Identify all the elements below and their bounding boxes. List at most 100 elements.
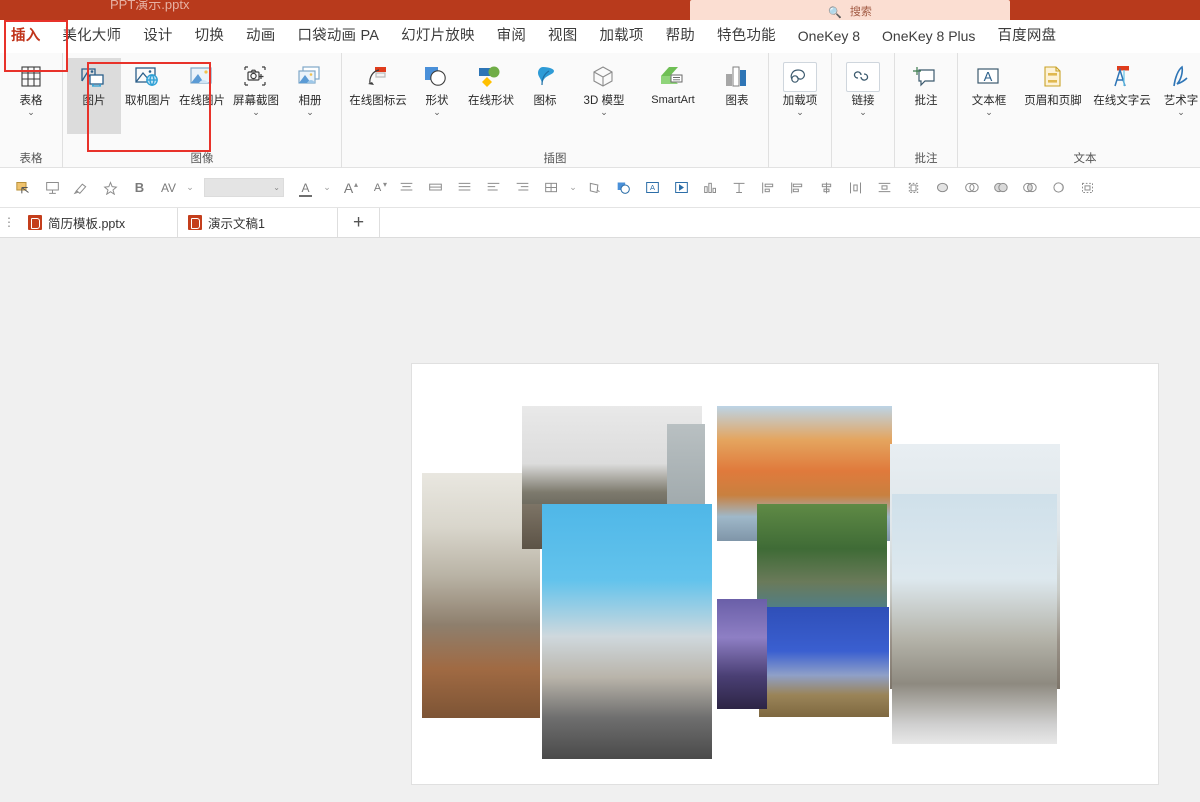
align-object-left-icon[interactable]: [755, 175, 782, 201]
powerpoint-window: PPT演示.pptx 🔍 搜索 插入美化大师设计切换动画口袋动画 PA幻灯片放映…: [0, 0, 1200, 802]
chevron-down-icon[interactable]: ⌄: [600, 108, 608, 117]
ribbon-button-SmartArt[interactable]: SmartArt: [636, 58, 710, 134]
ribbon-button-在线形状[interactable]: 在线形状: [464, 58, 518, 134]
text-in-box-icon[interactable]: A: [639, 175, 666, 201]
ribbon-button-表格[interactable]: 表格⌄: [4, 58, 58, 134]
ribbon-button-在线文字云[interactable]: 在线文字云: [1090, 58, 1154, 134]
new-document-tab-button[interactable]: +: [338, 208, 380, 237]
ribbon-tab-3[interactable]: 切换: [184, 22, 235, 50]
align-justify-icon[interactable]: [451, 175, 478, 201]
ribbon-button-文本框[interactable]: A文本框⌄: [962, 58, 1016, 134]
decrease-font-size-icon[interactable]: A▾: [364, 175, 391, 201]
ribbon-group-label: 图像: [67, 148, 337, 168]
ribbon-group-label: [773, 148, 827, 168]
ribbon-tab-0[interactable]: 插入: [0, 22, 51, 50]
photo-collage-slide[interactable]: [412, 364, 1158, 784]
ribbon-tab-4[interactable]: 动画: [235, 22, 286, 50]
shape-frame-icon[interactable]: [1074, 175, 1101, 201]
ribbon-button-加载项[interactable]: 加载项⌄: [773, 58, 827, 134]
ribbon-button-在线图片[interactable]: 在线图片: [175, 58, 229, 134]
bold-icon[interactable]: B: [126, 175, 153, 201]
align-text-left-icon[interactable]: [480, 175, 507, 201]
animation-star-icon[interactable]: [97, 175, 124, 201]
photo-alley-wires[interactable]: [892, 494, 1057, 744]
ribbon-button-艺术字[interactable]: 艺术字⌄: [1154, 58, 1200, 134]
crop-icon[interactable]: [581, 175, 608, 201]
photo-blue-sky-cloud[interactable]: [759, 607, 889, 717]
document-tab-1[interactable]: 简历模板.pptx: [18, 208, 178, 237]
ribbon-tab-2[interactable]: 设计: [132, 22, 183, 50]
photo-purple-night[interactable]: [717, 599, 767, 709]
format-painter-icon[interactable]: [68, 175, 95, 201]
chevron-down-icon[interactable]: ⌄: [567, 175, 579, 201]
chevron-down-icon[interactable]: ⌄: [859, 108, 867, 117]
ribbon-button-批注[interactable]: 批注: [899, 58, 953, 134]
chevron-down-icon[interactable]: ⌄: [321, 175, 333, 201]
ribbon-tab-12[interactable]: OneKey 8: [787, 23, 871, 51]
align-middle-icon[interactable]: [422, 175, 449, 201]
table-grid-icon[interactable]: [538, 175, 565, 201]
ribbon-tab-14[interactable]: 百度网盘: [986, 22, 1067, 50]
ribbon-group-文本: A文本框⌄页眉和页脚在线文字云艺术字⌄文本: [957, 53, 1200, 168]
ribbon-button-图标[interactable]: 图标: [518, 58, 572, 134]
distribute-h-icon[interactable]: [842, 175, 869, 201]
chevron-down-icon[interactable]: ⌄: [433, 108, 441, 117]
ribbon-button-形状[interactable]: 形状⌄: [410, 58, 464, 134]
font-name-input[interactable]: ⌄: [204, 178, 284, 197]
align-object-center-icon[interactable]: [813, 175, 840, 201]
chevron-down-icon[interactable]: ⌄: [184, 175, 196, 201]
presentation-icon[interactable]: [39, 175, 66, 201]
shape-fill-icon[interactable]: [929, 175, 956, 201]
play-box-icon[interactable]: [668, 175, 695, 201]
ribbon-tab-11[interactable]: 特色功能: [706, 22, 787, 50]
photo-street-sky[interactable]: [542, 504, 712, 759]
ribbon-tab-7[interactable]: 审阅: [486, 22, 537, 50]
ribbon-tab-5[interactable]: 口袋动画 PA: [286, 22, 390, 50]
merge-shapes-icon[interactable]: [610, 175, 637, 201]
ribbon-tab-8[interactable]: 视图: [537, 22, 588, 50]
ribbon-tab-13[interactable]: OneKey 8 Plus: [871, 23, 986, 51]
chevron-down-icon[interactable]: ⌄: [1177, 108, 1185, 117]
powerpoint-file-icon: [188, 215, 202, 230]
text-direction-icon[interactable]: [726, 175, 753, 201]
shape-union-icon[interactable]: [958, 175, 985, 201]
ribbon-tab-10[interactable]: 帮助: [655, 22, 706, 50]
character-spacing-icon[interactable]: AV: [155, 175, 182, 201]
shape-combine-icon[interactable]: [987, 175, 1014, 201]
align-left-icon[interactable]: [393, 175, 420, 201]
ribbon-button-链接[interactable]: 链接⌄: [836, 58, 890, 134]
chevron-down-icon[interactable]: ⌄: [27, 108, 35, 117]
ribbon-tab-strip: 插入美化大师设计切换动画口袋动画 PA幻灯片放映审阅视图加载项帮助特色功能One…: [0, 20, 1200, 53]
chart-small-icon[interactable]: [697, 175, 724, 201]
ribbon-tab-6[interactable]: 幻灯片放映: [390, 22, 486, 50]
distribute-v-icon[interactable]: [871, 175, 898, 201]
chevron-down-icon[interactable]: ⌄: [306, 108, 314, 117]
search-box[interactable]: 🔍 搜索: [690, 0, 1010, 20]
shapes-icon: [420, 62, 454, 92]
ribbon-button-相册[interactable]: 相册⌄: [283, 58, 337, 134]
chevron-down-icon[interactable]: ⌄: [985, 108, 993, 117]
shape-intersect-icon[interactable]: [1016, 175, 1043, 201]
ribbon-tab-1[interactable]: 美化大师: [51, 22, 132, 50]
more-vertical-icon[interactable]: ⋮: [0, 208, 18, 237]
ribbon-button-图表[interactable]: 图表: [710, 58, 764, 134]
select-object-icon[interactable]: [10, 175, 37, 201]
chevron-down-icon[interactable]: ⌄: [796, 108, 804, 117]
ribbon-button-图片[interactable]: 图片: [67, 58, 121, 134]
ribbon-group-label: [836, 148, 890, 168]
ribbon-button-3D 模型[interactable]: 3D 模型⌄: [572, 58, 636, 134]
increase-font-size-icon[interactable]: A▴: [335, 175, 362, 201]
shape-subtract-icon[interactable]: [1045, 175, 1072, 201]
chevron-down-icon[interactable]: ⌄: [252, 108, 260, 117]
ribbon-button-页眉和页脚[interactable]: 页眉和页脚: [1016, 58, 1090, 134]
align-object-right-icon[interactable]: [784, 175, 811, 201]
align-text-right-icon[interactable]: [509, 175, 536, 201]
document-tab-2[interactable]: 演示文稿1: [178, 208, 338, 237]
ribbon-button-屏幕截图[interactable]: 屏幕截图⌄: [229, 58, 283, 134]
font-color-icon[interactable]: A: [292, 175, 319, 201]
group-objects-icon[interactable]: [900, 175, 927, 201]
ribbon-button-取机图片[interactable]: 取机图片: [121, 58, 175, 134]
ribbon-button-在线图标云[interactable]: 在线图标云: [346, 58, 410, 134]
chevron-down-icon[interactable]: ⌄: [273, 183, 280, 192]
ribbon-tab-9[interactable]: 加载项: [588, 22, 654, 50]
